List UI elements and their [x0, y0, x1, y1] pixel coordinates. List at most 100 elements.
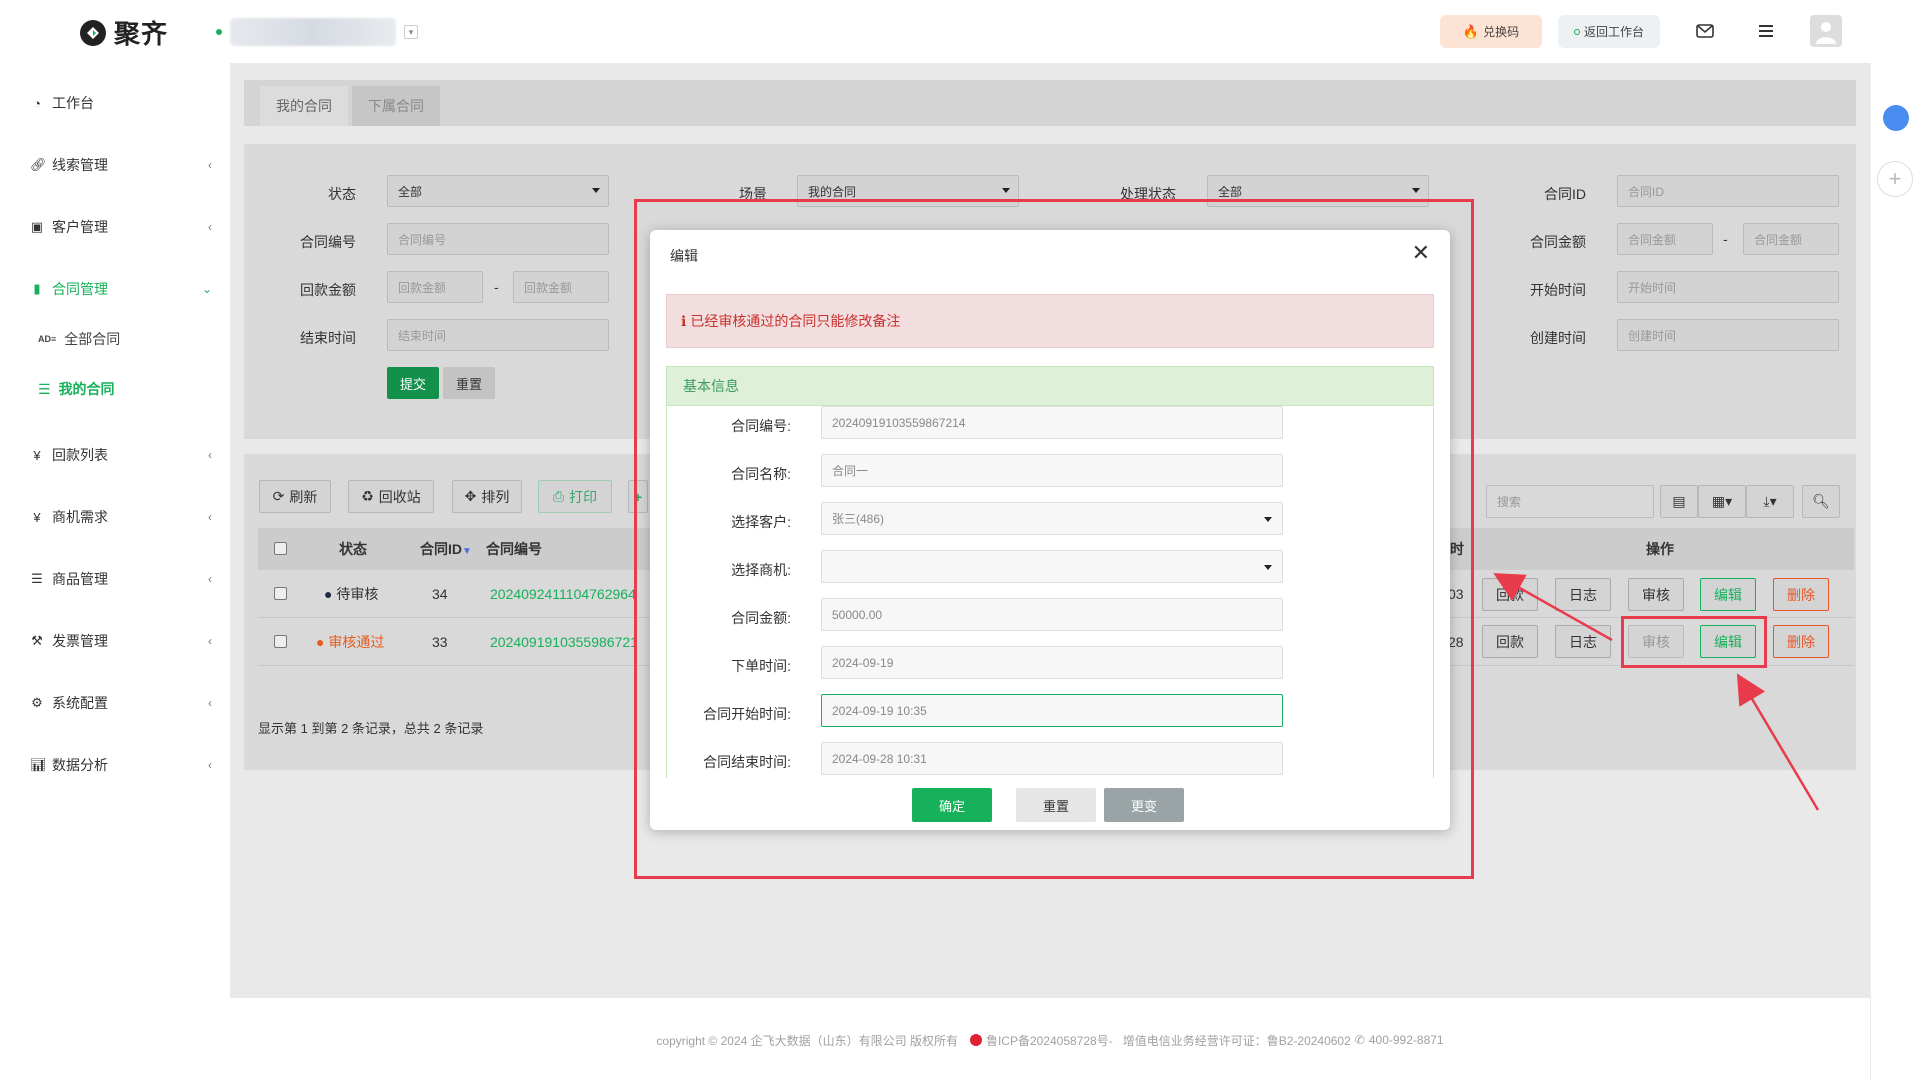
chat-assistant-icon[interactable]	[1883, 105, 1909, 131]
mail-icon[interactable]	[1691, 17, 1719, 45]
logo[interactable]: 聚齐	[78, 14, 168, 51]
range-dash: -	[1723, 231, 1728, 247]
chevron-down-icon: ⌄	[201, 282, 212, 296]
filter-scene-value: 我的合同	[808, 184, 857, 199]
section-header: 基本信息	[666, 366, 1434, 406]
back-to-workbench-button[interactable]: 返回工作台	[1558, 15, 1660, 48]
sort-button[interactable]: ✥ 排列	[452, 480, 522, 513]
close-icon[interactable]: ✕	[1412, 240, 1430, 266]
chevron-left-icon: ‹	[208, 572, 212, 586]
filter-created-input[interactable]: 创建时间	[1617, 319, 1839, 351]
contract-amount-input[interactable]: 50000.00	[821, 598, 1283, 631]
org-switcher[interactable]: ▾	[216, 18, 418, 46]
col-operations: 操作	[1646, 541, 1674, 557]
sidebar-item-label: 系统配置	[52, 695, 108, 711]
filter-end-input[interactable]: 结束时间	[387, 319, 609, 351]
filter-refund-max-input[interactable]: 回款金额	[513, 271, 609, 303]
search-button[interactable]: 🔍︎	[1802, 485, 1840, 518]
filter-contract-id-input[interactable]: 合同ID	[1617, 175, 1839, 207]
delete-button[interactable]: 删除	[1773, 578, 1829, 611]
row-checkbox[interactable]	[274, 635, 287, 648]
cell-contract-no-link[interactable]: 202409191035598672​1	[490, 618, 652, 666]
sidebar-item-products[interactable]: ☰ 商品管理 ‹	[16, 556, 230, 602]
field-label: 选择客户:	[731, 514, 791, 530]
audit-button[interactable]: 审核	[1628, 578, 1684, 611]
reset-button[interactable]: 重置	[443, 367, 495, 399]
avatar[interactable]	[1810, 15, 1842, 47]
log-button[interactable]: 日志	[1555, 625, 1611, 658]
section-title: 基本信息	[683, 378, 739, 394]
dialog-reset-button[interactable]: 重置	[1016, 788, 1096, 822]
sidebar-item-customers[interactable]: ▣ 客户管理 ‹	[16, 204, 230, 250]
filter-contract-no-input[interactable]: 合同编号	[387, 223, 609, 255]
online-dot	[216, 29, 222, 35]
filter-start-input[interactable]: 开始时间	[1617, 271, 1839, 303]
filter-amount-max-input[interactable]: 合同金额	[1743, 223, 1839, 255]
opportunity-select[interactable]	[821, 550, 1283, 583]
edit-button[interactable]: 编辑	[1700, 578, 1756, 611]
filter-scene-select[interactable]: 我的合同	[797, 175, 1019, 207]
log-button[interactable]: 日志	[1555, 578, 1611, 611]
edit-button[interactable]: 编辑	[1700, 625, 1756, 658]
col-contract-id[interactable]: 合同ID▼	[420, 528, 472, 570]
redeem-code-button[interactable]: 🔥 兑换码	[1440, 15, 1542, 48]
status-dot-icon: ●	[316, 634, 325, 650]
footer-icp-link[interactable]: 鲁ICP备2024058728号-	[986, 1032, 1113, 1049]
sidebar-subitem-all-contracts[interactable]: AD≡ 全部合同	[16, 319, 230, 359]
order-date-input[interactable]: 2024-09-19	[821, 646, 1283, 679]
chevron-left-icon: ‹	[208, 448, 212, 462]
footer-phone: 400-992-8871	[1368, 1033, 1444, 1047]
sidebar-item-refunds[interactable]: ¥ 回款列表 ‹	[16, 432, 230, 478]
table-search-input[interactable]: 搜索	[1486, 485, 1654, 518]
sidebar-subitem-label: 全部合同	[64, 331, 121, 347]
org-dropdown-icon[interactable]: ▾	[404, 25, 418, 39]
sidebar-item-workbench[interactable]: ◔ 工作台	[16, 80, 230, 126]
filter-process-select[interactable]: 全部	[1207, 175, 1429, 207]
status-badge: ● 待审核	[324, 570, 378, 618]
footer-license: 增值电信业务经营许可证：鲁B2-20240602	[1122, 1033, 1351, 1048]
sidebar-item-leads[interactable]: 🔗︎ 线索管理 ‹	[16, 142, 230, 188]
contract-end-input[interactable]: 2024-09-28 10:31	[821, 742, 1283, 775]
add-button[interactable]: +	[628, 480, 648, 513]
change-button[interactable]: 更变	[1104, 788, 1184, 822]
menu-icon[interactable]	[1752, 17, 1780, 45]
recycle-bin-button[interactable]: ♻ 回收站	[348, 480, 434, 513]
tab-my-contracts[interactable]: 我的合同	[260, 86, 348, 126]
contract-start-input[interactable]: 2024-09-19 10:35	[821, 694, 1283, 727]
refresh-button[interactable]: ⟳ 刷新	[259, 480, 331, 513]
chevron-left-icon: ‹	[208, 220, 212, 234]
delete-button[interactable]: 删除	[1773, 625, 1829, 658]
sidebar-item-invoices[interactable]: ⚒ 发票管理 ‹	[16, 618, 230, 664]
select-all-checkbox[interactable]	[274, 542, 287, 555]
cell-contract-no-link[interactable]: 20240924111047629​64	[490, 570, 652, 618]
police-badge-icon	[969, 1034, 982, 1046]
columns-button[interactable]: ▦▾	[1698, 485, 1746, 518]
confirm-button[interactable]: 确定	[912, 788, 992, 822]
customer-select[interactable]: 张三(486)	[821, 502, 1283, 535]
contract-no-input[interactable]: 20240919103559867214	[821, 406, 1283, 439]
filter-refund-min-input[interactable]: 回款金额	[387, 271, 483, 303]
sidebar-item-settings[interactable]: ⚙ 系统配置 ‹	[16, 680, 230, 726]
add-icon[interactable]: +	[1877, 161, 1913, 197]
print-button[interactable]: ⎙ 打印	[538, 480, 612, 513]
filter-status-select[interactable]: 全部	[387, 175, 609, 207]
card-view-button[interactable]: ▤	[1660, 485, 1698, 518]
sidebar-item-opportunities[interactable]: ¥ 商机需求 ‹	[16, 494, 230, 540]
sidebar-subitem-my-contracts[interactable]: ☰ 我的合同	[16, 369, 230, 409]
refund-button[interactable]: 回款	[1482, 625, 1538, 658]
redeem-code-label: 兑换码	[1483, 25, 1520, 39]
range-dash: -	[494, 279, 499, 295]
export-button[interactable]: ⤓▾	[1746, 485, 1794, 518]
tab-subordinate-contracts[interactable]: 下属合同	[352, 86, 440, 126]
sidebar-item-contracts[interactable]: ▮ 合同管理 ⌄	[16, 266, 230, 312]
contract-name-input[interactable]: 合同一	[821, 454, 1283, 487]
refund-button[interactable]: 回款	[1482, 578, 1538, 611]
row-checkbox[interactable]	[274, 587, 287, 600]
caret-down-icon	[592, 188, 600, 193]
field-label: 合同名称:	[731, 466, 791, 482]
filter-amount-min-input[interactable]: 合同金额	[1617, 223, 1713, 255]
arrows-icon: ✥	[464, 488, 477, 504]
submit-button[interactable]: 提交	[387, 367, 439, 399]
sidebar-item-analytics[interactable]: 📊︎ 数据分析 ‹	[16, 742, 230, 788]
fire-icon: 🔥	[1462, 23, 1480, 39]
